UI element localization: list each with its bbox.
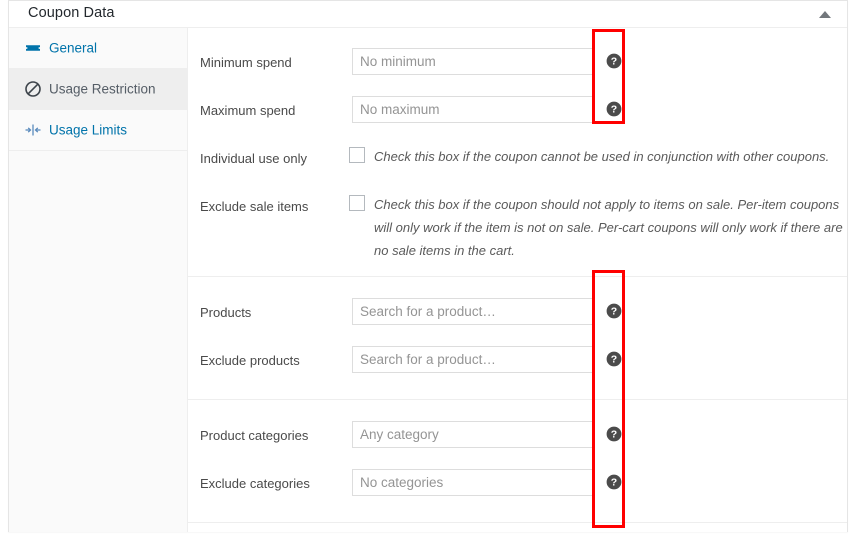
minimum-spend-input[interactable] (352, 48, 595, 75)
products-input[interactable] (352, 298, 595, 325)
tab-usage-limits[interactable]: Usage Limits (9, 110, 187, 151)
field-group-spend-and-flags: Minimum spend ? Maximum spend (188, 28, 847, 277)
limit-arrows-icon (24, 121, 42, 139)
help-circle-icon[interactable]: ? (606, 101, 622, 117)
help-circle-icon[interactable]: ? (606, 303, 622, 319)
panel-header: Coupon Data (9, 1, 847, 28)
svg-text:?: ? (611, 429, 617, 441)
help-circle-icon[interactable]: ? (606, 474, 622, 490)
svg-text:?: ? (611, 354, 617, 366)
individual-use-only-checkbox[interactable] (349, 147, 365, 163)
coupon-data-panel: Coupon Data General Usage Restriction Us… (8, 0, 848, 532)
products-label: Products (200, 305, 252, 320)
exclude-products-input[interactable] (352, 346, 595, 373)
svg-text:?: ? (611, 56, 617, 68)
caret-up-glyph (819, 11, 831, 18)
help-circle-icon[interactable]: ? (606, 426, 622, 442)
product-categories-label: Product categories (200, 428, 309, 443)
exclude-sale-items-label: Exclude sale items (200, 199, 309, 214)
field-group-categories: Product categories ? Exclude categories (188, 400, 847, 523)
exclude-categories-input[interactable] (352, 469, 595, 496)
field-group-products: Products ? Exclude products (188, 277, 847, 400)
tab-usage-restriction-label: Usage Restriction (49, 81, 156, 97)
field-row-exclude-sale-items: Exclude sale items Check this box if the… (188, 184, 847, 264)
field-row-maximum-spend: Maximum spend ? (188, 88, 847, 136)
maximum-spend-input[interactable] (352, 96, 595, 123)
coupon-data-tabs: General Usage Restriction Usage Limits (9, 28, 188, 532)
exclude-categories-label: Exclude categories (200, 476, 310, 491)
field-row-product-categories: Product categories ? (188, 413, 847, 461)
minimum-spend-label: Minimum spend (200, 55, 292, 70)
field-row-individual-use-only: Individual use only Check this box if th… (188, 136, 847, 184)
field-row-exclude-categories: Exclude categories ? (188, 461, 847, 509)
help-circle-icon[interactable]: ? (606, 53, 622, 69)
exclude-products-label: Exclude products (200, 353, 300, 368)
usage-restriction-panel: Minimum spend ? Maximum spend (188, 28, 847, 532)
exclude-sale-items-checkbox[interactable] (349, 195, 365, 211)
svg-text:?: ? (611, 306, 617, 318)
ticket-icon (24, 39, 42, 57)
individual-use-only-label: Individual use only (200, 151, 307, 166)
tab-general[interactable]: General (9, 28, 187, 69)
panel-body: General Usage Restriction Usage Limits M… (9, 28, 847, 532)
tab-usage-limits-label: Usage Limits (49, 122, 128, 138)
maximum-spend-label: Maximum spend (200, 103, 296, 118)
field-row-exclude-products: Exclude products ? (188, 338, 847, 386)
field-row-minimum-spend: Minimum spend ? (188, 40, 847, 88)
product-categories-input[interactable] (352, 421, 595, 448)
exclude-sale-items-description: Check this box if the coupon should not … (374, 197, 843, 258)
help-circle-icon[interactable]: ? (606, 351, 622, 367)
field-row-products: Products ? (188, 290, 847, 338)
tab-general-label: General (49, 40, 98, 56)
no-entry-icon (24, 80, 42, 98)
caret-up-icon[interactable] (815, 7, 835, 23)
svg-text:?: ? (611, 104, 617, 116)
svg-text:?: ? (611, 477, 617, 489)
field-group-email-restrictions: Email restrictions ? (188, 523, 847, 532)
individual-use-only-description: Check this box if the coupon cannot be u… (374, 149, 830, 164)
tab-usage-restriction[interactable]: Usage Restriction (9, 69, 187, 110)
page-title: Coupon Data (28, 5, 115, 21)
